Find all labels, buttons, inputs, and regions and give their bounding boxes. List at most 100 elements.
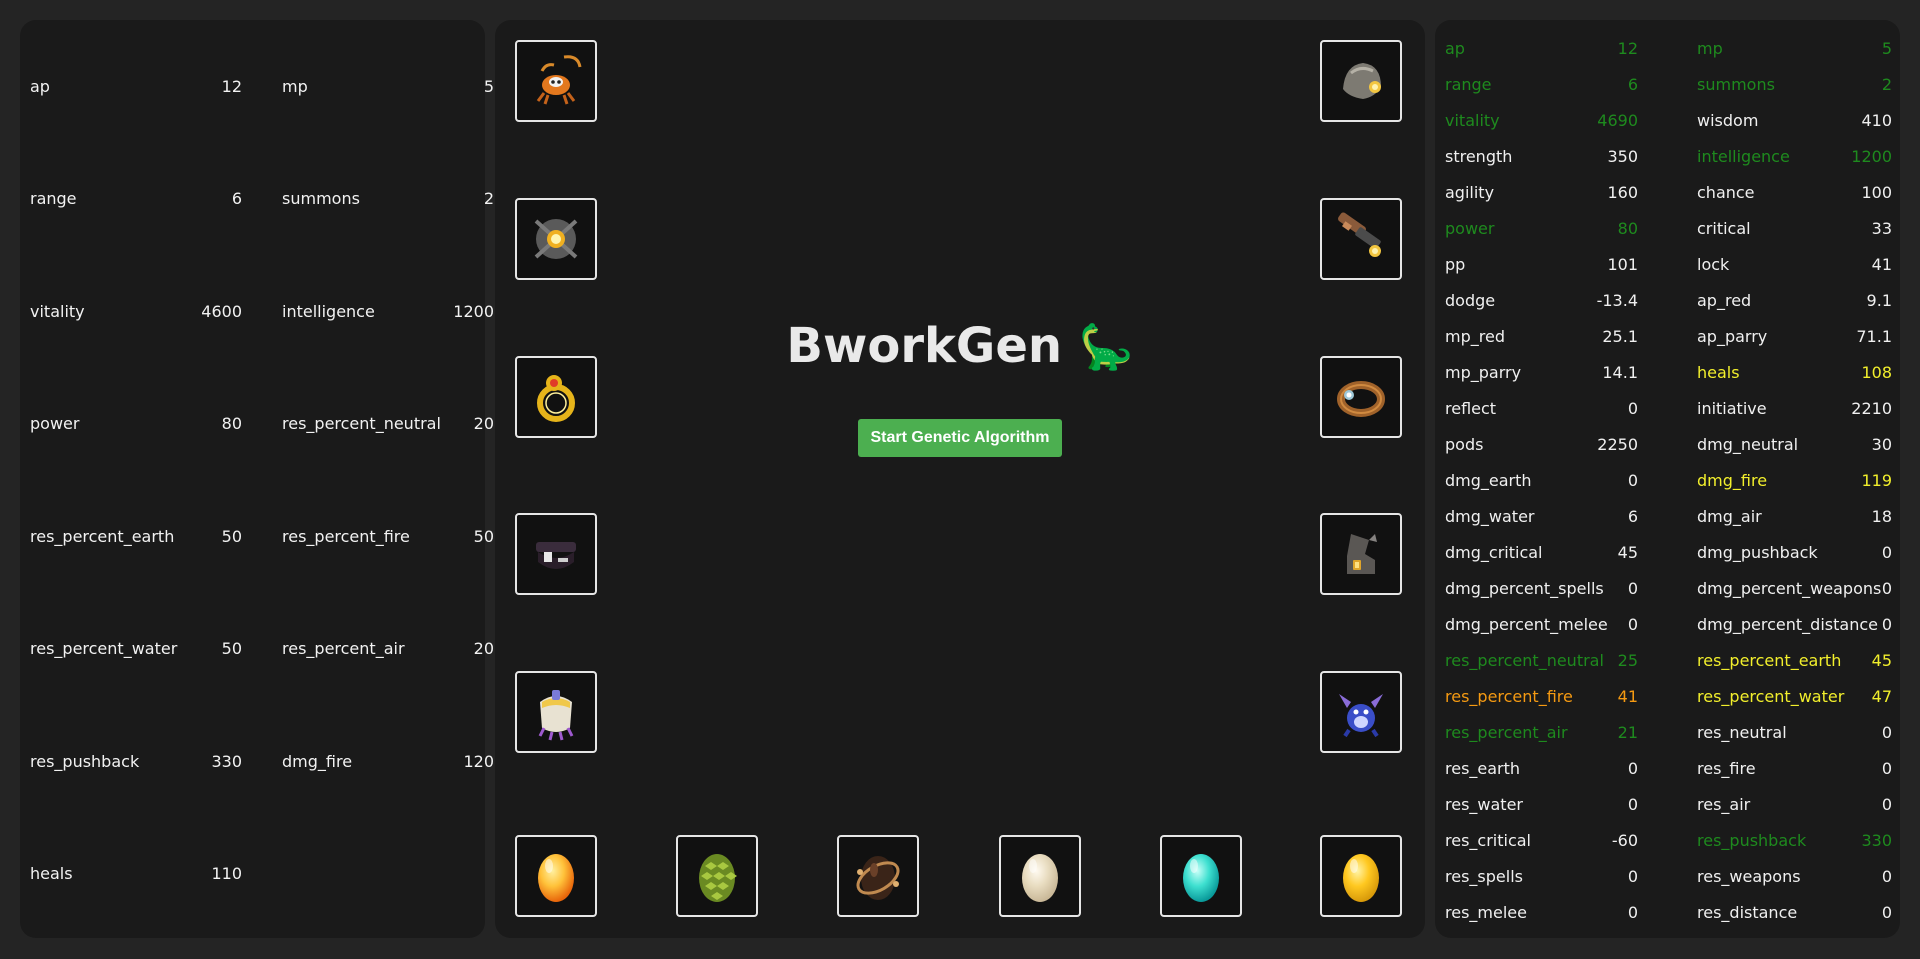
computed-stat-row-summons: summons 2 <box>1697 74 1892 94</box>
computed-stat-value: 47 <box>1871 686 1892 706</box>
computed-stat-label: summons <box>1697 74 1775 94</box>
target-stat-row-res-percent-earth: res_percent_earth 50 <box>30 525 242 547</box>
target-stat-row-res-percent-air: res_percent_air 20 <box>282 638 494 660</box>
target-stat-row-res-percent-water: res_percent_water 50 <box>30 638 242 660</box>
target-stat-label: intelligence <box>282 301 375 321</box>
equipment-slot[interactable] <box>1320 198 1402 280</box>
target-stat-label: res_percent_air <box>282 639 405 658</box>
boots-icon <box>1347 534 1377 574</box>
target-stat-row-ap: ap 12 <box>30 75 242 97</box>
equipment-slot[interactable] <box>1320 671 1402 753</box>
computed-stat-value: 0 <box>1881 542 1892 562</box>
target-stat-label: res_percent_fire <box>282 526 410 546</box>
computed-stat-row-heals: heals 108 <box>1697 362 1892 382</box>
computed-stat-value: 160 <box>1607 182 1638 202</box>
computed-stat-label: pp <box>1445 254 1466 274</box>
computed-stat-value: 0 <box>1627 470 1638 490</box>
computed-stat-label: res_air <box>1697 794 1751 814</box>
target-stat-value: 110 <box>211 864 242 883</box>
computed-stat-value: 25.1 <box>1602 326 1638 346</box>
dofus-turquoise-egg-icon <box>1183 854 1219 902</box>
computed-stat-row-range: range 6 <box>1445 74 1638 94</box>
equipment-slot[interactable] <box>1320 835 1402 917</box>
computed-stat-value: 0 <box>1627 398 1638 418</box>
target-stat-row-range: range 6 <box>30 188 242 210</box>
computed-stat-value: 6 <box>1627 506 1638 526</box>
target-stat-row-intelligence: intelligence 1200 <box>282 300 494 322</box>
equipment-slot[interactable] <box>515 835 597 917</box>
equipment-slot[interactable] <box>515 198 597 280</box>
computed-stat-label: dmg_pushback <box>1697 542 1818 562</box>
computed-stat-label: res_pushback <box>1697 830 1807 850</box>
computed-stat-label: range <box>1445 74 1492 94</box>
computed-stat-row-res-percent-fire: res_percent_fire 41 <box>1445 686 1638 706</box>
computed-stat-label: dmg_percent_melee <box>1445 614 1608 634</box>
computed-stat-label: dmg_neutral <box>1697 434 1799 454</box>
computed-stat-label: dmg_fire <box>1697 470 1768 490</box>
dofus-dark-egg-icon <box>856 856 900 900</box>
computed-stat-row-chance: chance 100 <box>1697 182 1892 202</box>
equipment-slot[interactable] <box>999 835 1081 917</box>
computed-stat-value: 9.1 <box>1866 290 1892 310</box>
target-stat-value: 50 <box>221 526 242 546</box>
computed-stat-row-res-distance: res_distance 0 <box>1697 902 1892 922</box>
computed-stat-value: -60 <box>1611 830 1638 850</box>
computed-stat-row-mp-red: mp_red 25.1 <box>1445 326 1638 346</box>
computed-stat-label: mp <box>1697 38 1723 58</box>
computed-stat-row-ap-red: ap_red 9.1 <box>1697 290 1892 310</box>
computed-stat-label: heals <box>1697 362 1740 382</box>
computed-stat-row-res-percent-water: res_percent_water 47 <box>1697 686 1892 706</box>
equipment-slot[interactable] <box>515 513 597 595</box>
computed-stat-label: strength <box>1445 146 1513 166</box>
equipment-slot[interactable] <box>515 40 597 122</box>
computed-stat-value: 18 <box>1871 506 1892 526</box>
computed-stat-row-res-fire: res_fire 0 <box>1697 758 1892 778</box>
computed-stat-row-res-percent-air: res_percent_air 21 <box>1445 722 1638 742</box>
equipment-slot[interactable] <box>515 671 597 753</box>
target-stat-value: 6 <box>231 189 242 208</box>
computed-stat-value: 0 <box>1881 578 1892 598</box>
target-stat-value: 2 <box>483 189 494 208</box>
computed-stat-value: 0 <box>1881 902 1892 922</box>
computed-stat-row-ap-parry: ap_parry 71.1 <box>1697 326 1892 346</box>
computed-stat-value: 1200 <box>1851 146 1892 166</box>
computed-stat-label: res_distance <box>1697 902 1798 922</box>
equipment-slot[interactable] <box>1320 513 1402 595</box>
computed-stat-label: res_percent_neutral <box>1445 650 1604 670</box>
computed-stat-value: 0 <box>1881 722 1892 742</box>
equipment-panel: BworkGen 🦕 Start Genetic Algorithm <box>495 20 1425 938</box>
computed-stat-label: dmg_water <box>1445 506 1535 526</box>
computed-stat-label: res_fire <box>1697 758 1756 778</box>
computed-stat-row-pods: pods 2250 <box>1445 434 1638 454</box>
target-stat-label: ap <box>30 76 50 96</box>
target-stat-value: 5 <box>483 76 494 96</box>
computed-stat-label: power <box>1445 218 1495 238</box>
computed-stat-row-res-melee: res_melee 0 <box>1445 902 1638 922</box>
computed-stat-row-dmg-critical: dmg_critical 45 <box>1445 542 1638 562</box>
shield-icon <box>534 219 578 259</box>
computed-stat-row-dmg-water: dmg_water 6 <box>1445 506 1638 526</box>
dofus-ivory-egg-icon <box>1022 854 1058 902</box>
computed-stat-row-dmg-air: dmg_air 18 <box>1697 506 1892 526</box>
equipment-slot[interactable] <box>1320 356 1402 438</box>
target-stat-value: 1200 <box>453 301 494 321</box>
equipment-slot[interactable] <box>515 356 597 438</box>
pet-icon <box>1339 694 1383 738</box>
equipment-slot[interactable] <box>1160 835 1242 917</box>
equipment-slot[interactable] <box>1320 40 1402 122</box>
computed-stat-row-dmg-fire: dmg_fire 119 <box>1697 470 1892 490</box>
computed-stat-row-res-weapons: res_weapons 0 <box>1697 866 1892 886</box>
target-stat-row-power: power 80 <box>30 413 242 435</box>
dofus-cone-egg-icon <box>699 854 737 902</box>
computed-stat-row-reflect: reflect 0 <box>1445 398 1638 418</box>
computed-stat-label: critical <box>1697 218 1751 238</box>
target-stat-label: mp <box>282 76 308 96</box>
start-genetic-algorithm-button[interactable]: Start Genetic Algorithm <box>858 419 1062 457</box>
target-stat-label: dmg_fire <box>282 751 353 771</box>
equipment-slot[interactable] <box>837 835 919 917</box>
computed-stat-label: res_neutral <box>1697 722 1787 742</box>
computed-stat-row-dmg-earth: dmg_earth 0 <box>1445 470 1638 490</box>
equipment-slot[interactable] <box>676 835 758 917</box>
computed-stat-value: 0 <box>1627 578 1638 598</box>
computed-stat-value: 0 <box>1881 866 1892 886</box>
